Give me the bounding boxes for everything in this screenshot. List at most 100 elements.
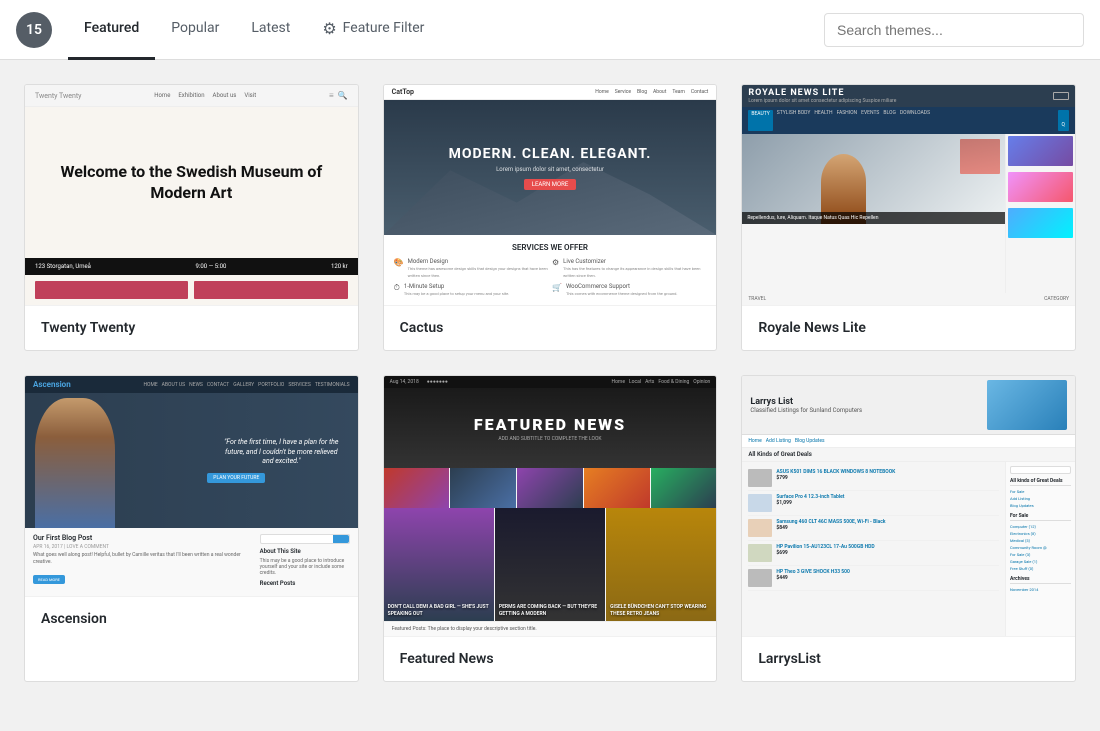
fn-hero-headline: FEATURED NEWS [474,415,626,434]
royale-nav-health: STYLISH BODY [777,110,811,131]
royale-logo-area: ROYALE NEWS LITE Lorem ipsum dolor sit a… [748,88,896,104]
search-area [824,13,1084,47]
tt-site-name: Twenty Twenty [35,92,81,100]
theme-card-featured-news[interactable]: Aug 14, 2018 ●●●●●●● Home Local Arts Foo… [383,375,718,682]
theme-screenshot-featured-news: Aug 14, 2018 ●●●●●●● Home Local Arts Foo… [384,376,717,636]
asc-post-title: Our First Blog Post [33,534,254,542]
fn-hero: FEATURED NEWS ADD AND SUBTITLE TO COMPLE… [384,388,717,468]
theme-name-cactus: Cactus [384,305,717,350]
theme-screenshot-royale: ROYALE NEWS LITE Lorem ipsum dolor sit a… [742,85,1075,305]
asc-post-meta: APR 16, 2017 | LOVE A COMMENT [33,544,254,550]
royale-footer: TRAVEL CATEGORY [742,293,1075,305]
tt-icons: ≡ 🔍 [329,91,348,100]
royale-caption: Repellendus, Iure, Aliquam. Itaque Natus… [742,212,1005,224]
fn-feature-label-1: DON'T CALL DEMI A BAD GIRL — SHE'S JUST … [388,604,490,617]
tt-red-block-2 [194,281,347,299]
asc-hero: "For the first time, I have a plan for t… [25,393,358,528]
theme-card-ascension[interactable]: Ascension HOME ABOUT US NEWS CONTACT GAL… [24,375,359,682]
tt-nav: Home Exhibition About us Visit [154,92,256,99]
tt-info1: 123 Storgatan, Umeå [35,263,91,270]
cactus-services-grid: 🎨 Modern DesignThis theme has awesome de… [394,258,707,297]
fn-thumb-2 [450,468,516,508]
asc-header: Ascension HOME ABOUT US NEWS CONTACT GAL… [25,376,358,393]
tt-red-block-1 [35,281,188,299]
theme-name-ascension: Ascension [25,596,358,641]
gear-icon: ⚙ [322,19,336,38]
cactus-service-4: 🛒 WooCommerce SupportThis comes with eco… [552,283,706,297]
cactus-brand: CatTop [392,88,414,96]
cactus-service-icon-4: 🛒 [552,283,562,297]
fn-date-nav: Aug 14, 2018 ●●●●●●● [390,379,448,385]
royale-nav: BEAUTY STYLISH BODY HEALTH FASHION EVENT… [742,107,1075,134]
search-input[interactable] [824,13,1084,47]
theme-card-twenty-twenty[interactable]: Twenty Twenty Home Exhibition About us V… [24,84,359,351]
theme-name-larryslist: LarrysList [742,636,1075,681]
cactus-subtitle: Lorem ipsum dolor sit amet, consectetur [496,166,604,173]
royale-nav-beauty: BEAUTY [748,110,772,131]
tt-menu-icon: ≡ [329,91,334,100]
asc-logo: Ascension [33,380,71,389]
theme-card-royale[interactable]: ROYALE NEWS LITE Lorem ipsum dolor sit a… [741,84,1076,351]
asc-sidebar-text: This may be a good place to introduce yo… [260,558,350,576]
fn-thumb-3 [517,468,583,508]
royale-main: Repellendus, Iure, Aliquam. Itaque Natus… [742,134,1005,293]
royale-sidebar-item-3 [1008,208,1073,238]
fn-feature-label-2: PERMS ARE COMING BACK — BUT THEY'RE GETT… [499,604,601,617]
theme-card-larryslist[interactable]: Larrys List Classified Listings for Sunl… [741,375,1076,682]
tab-popular[interactable]: Popular [155,0,235,60]
fn-caption: Featured Posts: The place to display you… [384,621,717,636]
tt-info3: 120 kr [331,263,348,270]
ll-logo-area: Larrys List Classified Listings for Sunl… [750,397,862,414]
asc-post-text: What goes well along post! Helpful, bull… [33,552,254,566]
theme-screenshot-ascension: Ascension HOME ABOUT US NEWS CONTACT GAL… [25,376,358,596]
fn-thumb-1 [384,468,450,508]
tab-bar: Featured Popular Latest ⚙ Feature Filter [68,0,824,60]
tt-header: Twenty Twenty Home Exhibition About us V… [25,85,358,107]
tab-feature-filter[interactable]: ⚙ Feature Filter [306,0,440,60]
feature-filter-label: Feature Filter [343,20,425,36]
fn-features: DON'T CALL DEMI A BAD GIRL — SHE'S JUST … [384,508,717,621]
royale-nav-downloads: BLOG [883,110,896,131]
tab-latest[interactable]: Latest [235,0,306,60]
theme-name-twenty-twenty: Twenty Twenty [25,305,358,350]
fn-thumbnails [384,468,717,508]
asc-hero-content: "For the first time, I have a plan for t… [131,438,341,483]
ll-listing-2: Surface Pro 4 12.3-inch Tablet $1,099 [748,491,999,516]
royale-footer-travel: TRAVEL [748,296,766,302]
ll-sidebar-forsale: For Sale Computer (12) Electronics (8) M… [1010,513,1071,572]
asc-search-box [260,534,350,544]
royale-tagline: Lorem ipsum dolor sit amet consectetur a… [748,98,896,104]
ll-listing-4: HP Pavilion 15-AU123CL 17-Au 500GB HDD $… [748,541,999,566]
fn-feature-3: GISELE BÜNDCHEN CAN'T STOP WEARING THESE… [606,508,716,621]
tt-red-blocks [25,275,358,305]
ll-listing-thumb-1 [748,469,772,487]
royale-top-bar: ROYALE NEWS LITE Lorem ipsum dolor sit a… [742,85,1075,107]
royale-footer-category: CATEGORY [1044,296,1069,302]
asc-blog-section: Our First Blog Post APR 16, 2017 | LOVE … [25,528,358,596]
cactus-service-3: ⏱ 1-Minute SetupThis may be a good place… [394,283,548,297]
ll-listing-thumb-2 [748,494,772,512]
royale-sidebar [1005,134,1075,293]
royale-sidebar-item-2 [1008,172,1073,202]
cactus-nav: CatTop Home Service Blog About Team Cont… [384,85,717,100]
ll-listing-thumb-3 [748,519,772,537]
cactus-cta: LEARN MORE [524,179,577,190]
ll-category-label: All Kinds of Great Deals [742,448,1075,462]
tt-hero: Welcome to the Swedish Museum of Modern … [25,107,358,258]
cactus-services: SERVICES WE OFFER 🎨 Modern DesignThis th… [384,235,717,305]
asc-nav: HOME ABOUT US NEWS CONTACT GALLERY PORTF… [143,382,349,388]
fn-header: Aug 14, 2018 ●●●●●●● Home Local Arts Foo… [384,376,717,388]
theme-card-cactus[interactable]: CatTop Home Service Blog About Team Cont… [383,84,718,351]
ll-hero-img [987,380,1067,430]
tab-featured[interactable]: Featured [68,0,155,60]
theme-screenshot-cactus: CatTop Home Service Blog About Team Cont… [384,85,717,305]
royale-featured-img: Repellendus, Iure, Aliquam. Itaque Natus… [742,134,1005,224]
ll-address: Classified Listings for Sunland Computer… [750,407,862,414]
fn-feature-label-3: GISELE BÜNDCHEN CAN'T STOP WEARING THESE… [610,604,712,617]
asc-recent-posts: Recent Posts [260,580,350,587]
royale-search-btn: Q [1058,110,1069,131]
header: 15 Featured Popular Latest ⚙ Feature Fil… [0,0,1100,60]
cactus-hero: MODERN. CLEAN. ELEGANT. Lorem ipsum dolo… [384,100,717,235]
royale-nav-fashion: HEALTH [814,110,832,131]
ll-sidebar-categories: All kinds of Great Deals For Sale Add Li… [1010,478,1071,509]
